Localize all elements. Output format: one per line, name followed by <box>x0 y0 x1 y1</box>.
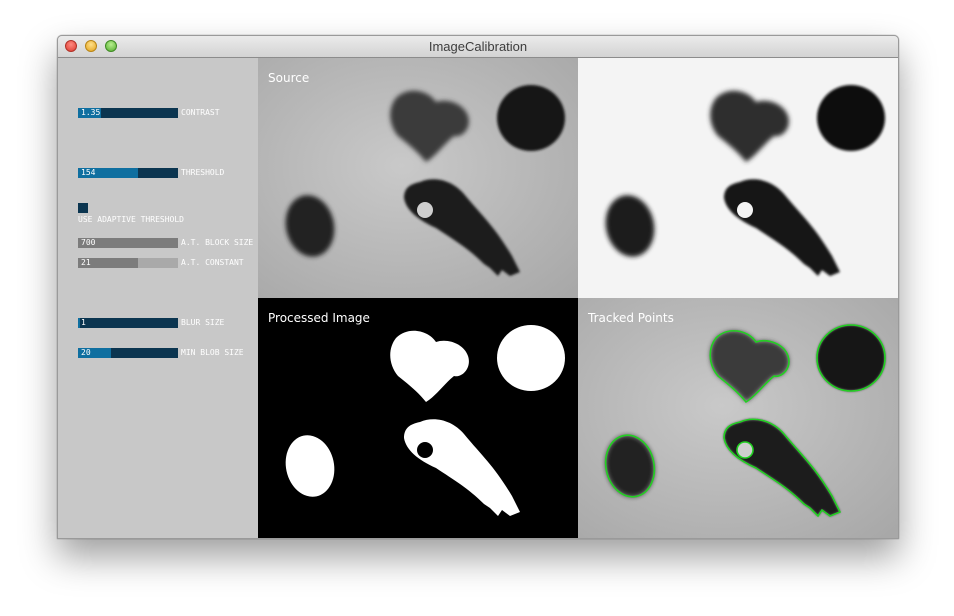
block-size-label: A.T. BLOCK SIZE <box>181 238 254 247</box>
coin-object <box>497 85 565 151</box>
threshold-slider[interactable]: 154 THRESHOLD <box>78 168 224 178</box>
title-bar[interactable]: ImageCalibration <box>58 36 898 58</box>
processed-label: Processed Image <box>268 311 370 325</box>
threshold-value: 154 <box>81 168 96 177</box>
min-blob-size-label: MIN BLOB SIZE <box>181 348 244 357</box>
app-content: 1.35 CONTRAST 154 THRESHOLD USE ADAPTIVE… <box>58 58 898 538</box>
contrast-label: CONTRAST <box>181 108 220 117</box>
adaptive-threshold-label: USE ADAPTIVE THRESHOLD <box>78 215 184 224</box>
control-panel: 1.35 CONTRAST 154 THRESHOLD USE ADAPTIVE… <box>58 58 258 538</box>
source-label: Source <box>268 71 310 85</box>
adaptive-threshold-toggle[interactable] <box>78 203 88 213</box>
processed-view: Processed Image <box>258 298 578 538</box>
corrected-image <box>578 58 898 298</box>
tracked-view: Tracked Points <box>578 298 898 538</box>
block-size-slider[interactable]: 700 A.T. BLOCK SIZE <box>78 238 253 248</box>
blur-size-slider-fill <box>78 318 80 328</box>
app-window: ImageCalibration 1.35 CONTRAST 154 THRES… <box>57 35 899 539</box>
min-blob-size-value: 20 <box>81 348 91 357</box>
contrast-value: 1.35 <box>81 108 101 117</box>
blur-size-value: 1 <box>81 318 86 327</box>
blur-size-label: BLUR SIZE <box>181 318 225 327</box>
source-view: Source <box>258 58 578 298</box>
min-blob-size-slider[interactable]: 20 MIN BLOB SIZE <box>78 348 244 358</box>
tracked-image <box>578 298 898 538</box>
tracked-label: Tracked Points <box>588 311 674 325</box>
processed-image <box>258 298 578 538</box>
corrected-view <box>578 58 898 298</box>
constant-slider[interactable]: 21 A.T. CONSTANT <box>78 258 244 268</box>
threshold-label: THRESHOLD <box>181 168 225 177</box>
source-image <box>258 58 578 298</box>
constant-label: A.T. CONSTANT <box>181 258 244 267</box>
window-title: ImageCalibration <box>428 39 528 54</box>
block-size-value: 700 <box>81 238 96 247</box>
contrast-slider[interactable]: 1.35 CONTRAST <box>78 108 220 118</box>
blur-size-slider[interactable]: 1 BLUR SIZE <box>78 318 224 328</box>
constant-value: 21 <box>81 258 91 267</box>
